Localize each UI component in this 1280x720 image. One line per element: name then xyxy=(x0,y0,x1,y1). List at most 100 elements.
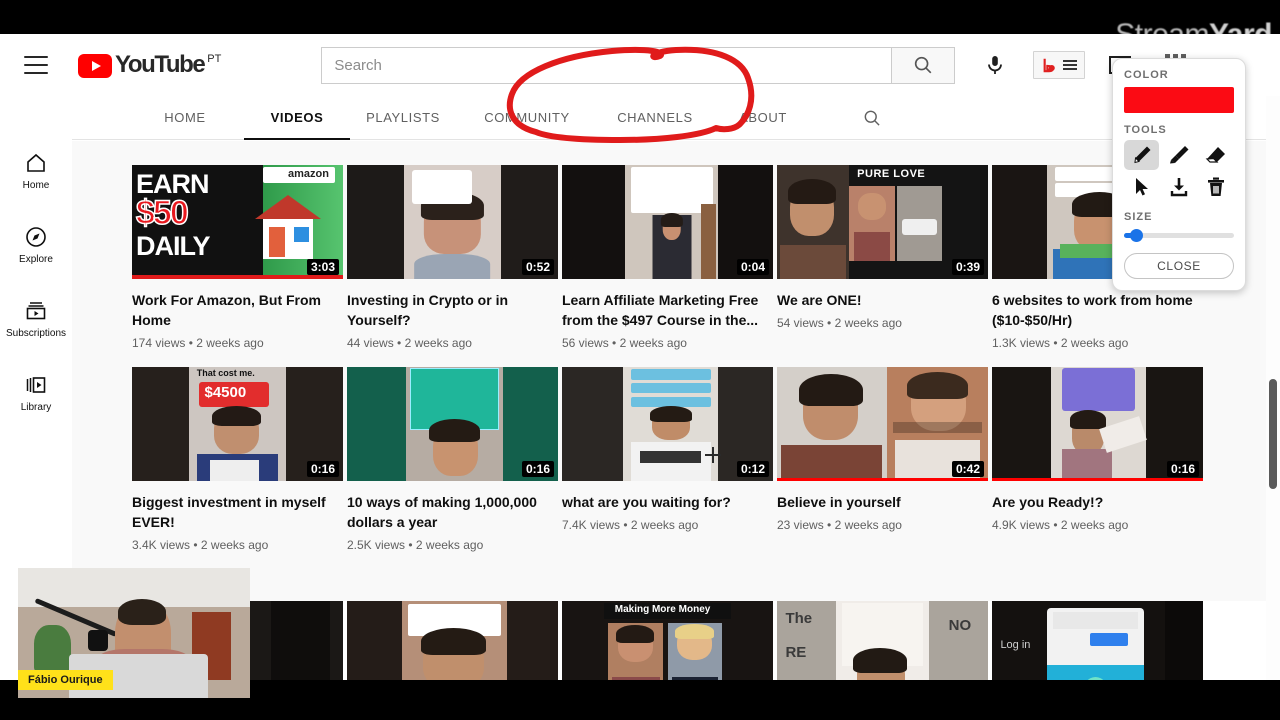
letterbox-top xyxy=(0,0,1280,34)
video-thumbnail[interactable]: PURE LOVE 0:39 xyxy=(777,165,988,279)
video-age: 2 weeks ago xyxy=(834,518,902,532)
video-thumbnail[interactable]: Making More Money 0:36 xyxy=(562,601,773,680)
size-slider[interactable] xyxy=(1124,227,1234,243)
presenter-webcam-overlay: Fábio Ourique xyxy=(18,568,250,698)
video-card[interactable]: 0:58 xyxy=(347,601,558,680)
trash-icon xyxy=(1208,177,1225,196)
video-card[interactable]: EARN $50 DAILY amazon 3:03 Work For Amaz… xyxy=(132,165,343,350)
video-thumbnail[interactable]: 0:42 xyxy=(777,367,988,481)
tab-community-label: COMMUNITY xyxy=(484,110,570,125)
youtube-studio-icon xyxy=(1043,58,1055,73)
cam-microphone xyxy=(87,630,109,652)
video-age: 2 weeks ago xyxy=(834,316,902,330)
video-meta: 7.4K views • 2 weeks ago xyxy=(562,518,699,532)
video-duration: 3:03 xyxy=(306,259,339,275)
hamburger-icon[interactable] xyxy=(24,56,48,74)
close-button[interactable]: CLOSE xyxy=(1124,253,1234,279)
video-thumbnail[interactable]: 0:52 xyxy=(347,165,558,279)
video-title[interactable]: Work For Amazon, But From Home xyxy=(132,290,343,330)
sidebar-item-subscriptions[interactable]: Subscriptions xyxy=(0,282,72,356)
video-meta: 2.5K views • 2 weeks ago xyxy=(347,538,484,552)
download-tool-button[interactable] xyxy=(1161,172,1196,202)
video-card[interactable]: 0:04 Learn Affiliate Marketing Free from… xyxy=(562,165,773,350)
sidebar-item-home[interactable]: Home xyxy=(0,134,72,208)
video-thumbnail[interactable]: The RE NO 0:06 xyxy=(777,601,988,680)
tab-community[interactable]: COMMUNITY xyxy=(482,96,572,140)
tab-playlists[interactable]: PLAYLISTS xyxy=(366,96,440,140)
video-age: 2 weeks ago xyxy=(196,336,264,350)
video-age: 2 weeks ago xyxy=(630,518,699,532)
video-title[interactable]: Are you Ready!? xyxy=(992,492,1203,512)
video-thumbnail[interactable]: 0:58 xyxy=(347,601,558,680)
trash-tool-button[interactable] xyxy=(1199,172,1234,202)
presenter-name-chip: Fábio Ourique xyxy=(18,670,113,690)
highlighter-tool-button[interactable] xyxy=(1161,140,1196,170)
video-title[interactable]: Believe in yourself xyxy=(777,492,988,512)
sidebar-item-library-label: Library xyxy=(20,402,52,413)
size-slider-knob[interactable] xyxy=(1130,229,1143,242)
search-bar xyxy=(321,46,956,84)
eraser-tool-button[interactable] xyxy=(1199,140,1234,170)
video-duration: 0:52 xyxy=(521,259,554,275)
video-card[interactable]: Log in 0:48 xyxy=(992,601,1203,680)
video-thumbnail[interactable]: 0:16 xyxy=(347,367,558,481)
video-title[interactable]: Biggest investment in myself EVER! xyxy=(132,492,343,532)
video-card[interactable]: PURE LOVE 0:39 We are ONE! 54 views • 2 … xyxy=(777,165,988,350)
video-thumbnail[interactable]: 0:12 xyxy=(562,367,773,481)
tools-grid xyxy=(1124,140,1234,202)
video-thumbnail[interactable]: 0:16 xyxy=(992,367,1203,481)
sidebar-item-home-label: Home xyxy=(22,180,50,191)
video-thumbnail[interactable]: Log in 0:48 xyxy=(992,601,1203,680)
youtube-logo[interactable]: YouTube PT xyxy=(78,52,221,78)
video-thumbnail[interactable]: 0:04 xyxy=(562,165,773,279)
menu-lines-icon xyxy=(1062,60,1077,70)
search-input[interactable] xyxy=(321,46,892,84)
video-meta: 23 views • 2 weeks ago xyxy=(777,518,902,532)
cursor-tool-button[interactable] xyxy=(1124,172,1159,202)
video-card[interactable]: 0:16 Are you Ready!? 4.9K views • 2 week… xyxy=(992,367,1203,552)
video-card[interactable]: 0:42 Believe in yourself 23 views • 2 we… xyxy=(777,367,988,552)
sidebar-item-explore[interactable]: Explore xyxy=(0,208,72,282)
pen-tool-button[interactable] xyxy=(1124,140,1160,170)
video-card[interactable]: 0:52 Investing in Crypto or in Yourself?… xyxy=(347,165,558,350)
video-card[interactable]: 0:12 what are you waiting for? 7.4K view… xyxy=(562,367,773,552)
tab-playlists-label: PLAYLISTS xyxy=(366,110,440,125)
tab-channels[interactable]: CHANNELS xyxy=(616,96,694,140)
youtube-studio-button[interactable] xyxy=(1033,51,1086,79)
highlighter-icon xyxy=(1169,146,1189,164)
channel-search-button[interactable] xyxy=(862,108,882,128)
video-title[interactable]: what are you waiting for? xyxy=(562,492,773,512)
video-duration: 0:42 xyxy=(951,461,984,477)
video-duration: 0:12 xyxy=(736,461,769,477)
voice-search-button[interactable] xyxy=(981,51,1009,79)
video-title[interactable]: Investing in Crypto or in Yourself? xyxy=(347,290,558,330)
video-thumbnail[interactable]: That cost me. $4500 0:16 xyxy=(132,367,343,481)
tab-home[interactable]: HOME xyxy=(162,96,208,140)
tab-videos[interactable]: VIDEOS xyxy=(244,96,350,140)
video-title[interactable]: We are ONE! xyxy=(777,290,988,310)
video-meta: 56 views • 2 weeks ago xyxy=(562,336,687,350)
video-card[interactable]: The RE NO 0:06 xyxy=(777,601,988,680)
search-submit-button[interactable] xyxy=(891,46,956,84)
video-title[interactable]: 10 ways of making 1,000,000 dollars a ye… xyxy=(347,492,558,532)
video-meta: 4.9K views • 2 weeks ago xyxy=(992,518,1129,532)
tools-section-label: TOOLS xyxy=(1124,124,1167,136)
eraser-icon xyxy=(1205,147,1226,163)
video-title[interactable]: 6 websites to work from home ($10-$50/Hr… xyxy=(992,290,1203,330)
video-card[interactable]: Making More Money 0:36 xyxy=(562,601,773,680)
watermark-yard-text: Yard xyxy=(1208,18,1273,51)
video-views: 2.5K views xyxy=(347,538,406,552)
tab-about[interactable]: ABOUT xyxy=(738,96,788,140)
video-card[interactable]: 0:16 10 ways of making 1,000,000 dollars… xyxy=(347,367,558,552)
page-scrollbar-thumb[interactable] xyxy=(1269,379,1277,489)
sidebar-item-library[interactable]: Library xyxy=(0,356,72,430)
watched-progress-bar xyxy=(992,478,1203,481)
video-card[interactable]: That cost me. $4500 0:16 Biggest investm… xyxy=(132,367,343,552)
library-icon xyxy=(26,377,46,393)
color-swatch[interactable] xyxy=(1124,87,1234,113)
tab-channels-label: CHANNELS xyxy=(617,110,693,125)
video-thumbnail[interactable]: EARN $50 DAILY amazon 3:03 xyxy=(132,165,343,279)
video-title[interactable]: Learn Affiliate Marketing Free from the … xyxy=(562,290,773,330)
video-duration: 0:16 xyxy=(1166,461,1199,477)
video-meta: 3.4K views • 2 weeks ago xyxy=(132,538,269,552)
